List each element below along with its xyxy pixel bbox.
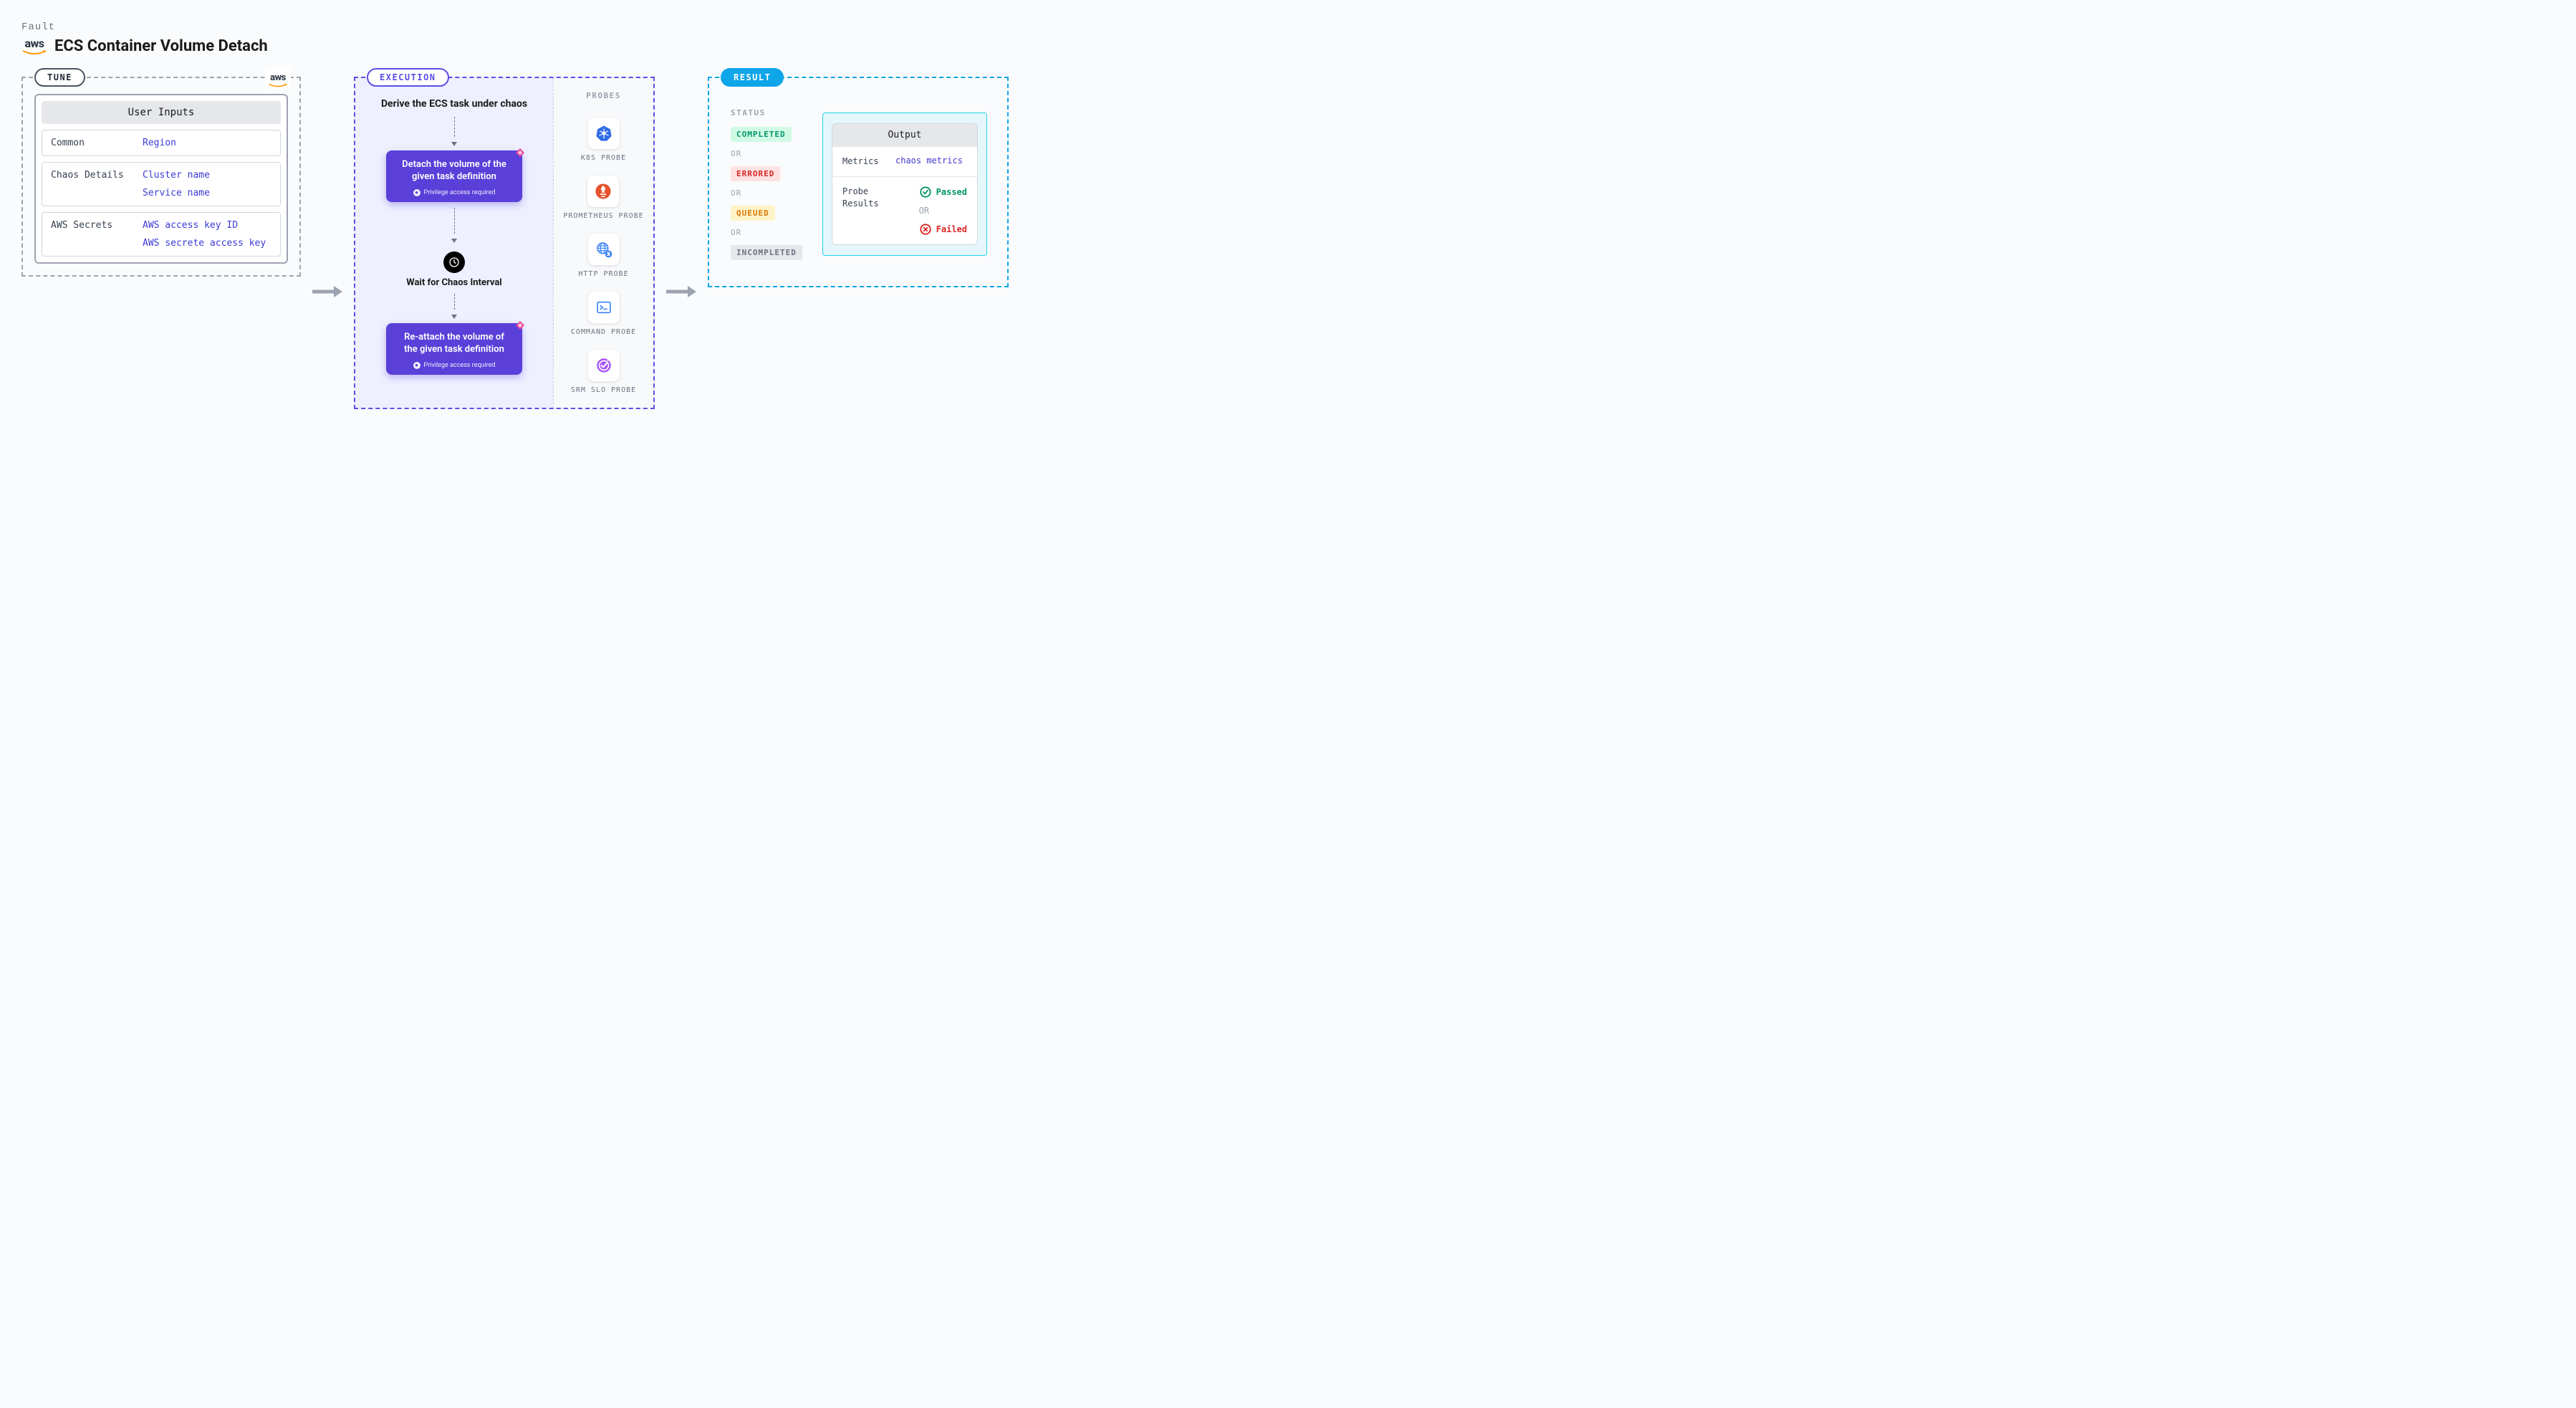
- result-panel: RESULT STATUS COMPLETED OR ERRORED OR QU…: [708, 77, 1009, 287]
- x-circle-icon: [919, 223, 932, 236]
- input-row-chaos-details: Chaos Details Cluster name Service name: [42, 162, 281, 206]
- input-row-aws-secrets: AWS Secrets AWS access key ID AWS secret…: [42, 212, 281, 257]
- title-row: aws ECS Container Volume Detach: [21, 37, 2555, 55]
- diagram-container: TUNE aws User Inputs Common Region Chaos…: [21, 77, 2555, 409]
- step-derive-task: Derive the ECS task under chaos: [381, 98, 527, 110]
- page-title: ECS Container Volume Detach: [54, 37, 268, 55]
- probe-result-passed: Passed: [919, 186, 967, 198]
- kubernetes-icon: [588, 118, 620, 149]
- input-value: AWS secrete access key: [143, 238, 266, 249]
- privilege-note: ● Privilege access required: [398, 362, 511, 369]
- tune-panel: TUNE aws User Inputs Common Region Chaos…: [21, 77, 301, 277]
- input-value: Cluster name: [143, 170, 210, 181]
- probe-http: HTTP PROBE: [578, 234, 628, 279]
- aws-corner-logo-icon: aws: [265, 68, 291, 90]
- status-queued: QUEUED: [731, 206, 775, 221]
- clock-icon: [443, 252, 465, 273]
- probe-prometheus: PROMETHEUS PROBE: [563, 176, 643, 221]
- output-row-probe-results: Probe Results Passed OR Failed: [832, 176, 977, 244]
- probe-k8s: K8S PROBE: [581, 118, 626, 163]
- input-value: Service name: [143, 188, 210, 198]
- fault-label: Fault: [21, 21, 2555, 33]
- output-row-metrics: Metrics chaos metrics: [832, 146, 977, 176]
- input-label: Common: [51, 138, 128, 148]
- or-text: OR: [731, 149, 811, 158]
- flow-arrow-icon: [665, 283, 698, 303]
- status-column: STATUS COMPLETED OR ERRORED OR QUEUED OR…: [721, 94, 821, 274]
- lock-dot-icon: ●: [413, 189, 420, 196]
- input-label: AWS Secrets: [51, 220, 128, 249]
- privilege-note: ● Privilege access required: [398, 189, 511, 196]
- output-header: Output: [832, 124, 977, 146]
- probe-command: COMMAND PROBE: [571, 292, 636, 337]
- action-text: Re-attach the volume of the given task d…: [398, 332, 511, 356]
- probes-label: PROBES: [586, 91, 621, 100]
- probe-srm-slo: SRM SLO PROBE: [571, 350, 636, 395]
- action-detach-volume: Detach the volume of the given task defi…: [386, 150, 522, 202]
- probe-results-label: Probe Results: [842, 186, 909, 236]
- probe-name: K8S PROBE: [581, 153, 626, 163]
- down-arrow-icon: [451, 208, 458, 247]
- status-incompleted: INCOMPLETED: [731, 245, 802, 260]
- execution-flow: Derive the ECS task under chaos Detach t…: [355, 78, 553, 408]
- result-badge: RESULT: [721, 68, 784, 87]
- tune-badge: TUNE: [34, 68, 85, 87]
- terminal-icon: [588, 292, 620, 323]
- input-value: Region: [143, 138, 176, 148]
- probe-result-failed: Failed: [919, 223, 967, 236]
- user-inputs-header: User Inputs: [42, 101, 281, 124]
- down-arrow-icon: [451, 117, 458, 150]
- output-card: Output Metrics chaos metrics Probe Resul…: [832, 123, 978, 245]
- input-row-common: Common Region: [42, 130, 281, 156]
- action-reattach-volume: Re-attach the volume of the given task d…: [386, 323, 522, 375]
- status-errored: ERRORED: [731, 166, 780, 181]
- probes-column: PROBES K8S PROBE PROMETHEUS PROBE HTTP P…: [553, 78, 653, 408]
- srm-slo-icon: [588, 350, 620, 381]
- input-label: Chaos Details: [51, 170, 128, 198]
- metrics-label: Metrics: [842, 155, 885, 168]
- probe-name: PROMETHEUS PROBE: [563, 211, 643, 221]
- or-text: OR: [731, 188, 811, 198]
- flow-arrow-icon: [311, 283, 344, 303]
- probe-name: SRM SLO PROBE: [571, 385, 636, 395]
- status-label: STATUS: [731, 108, 811, 118]
- probe-name: HTTP PROBE: [578, 269, 628, 279]
- execution-badge: EXECUTION: [367, 68, 449, 87]
- user-inputs-card: User Inputs Common Region Chaos Details …: [34, 94, 288, 264]
- action-text: Detach the volume of the given task defi…: [398, 159, 511, 183]
- chaos-experiment-icon: [514, 319, 527, 332]
- execution-panel: EXECUTION Derive the ECS task under chao…: [354, 77, 655, 409]
- down-arrow-icon: [451, 294, 458, 323]
- prometheus-icon: [587, 176, 619, 207]
- wait-interval-label: Wait for Chaos Interval: [406, 277, 501, 288]
- input-value: AWS access key ID: [143, 220, 266, 231]
- or-text: OR: [731, 228, 811, 237]
- or-text: OR: [919, 206, 967, 216]
- check-circle-icon: [919, 186, 932, 198]
- probe-name: COMMAND PROBE: [571, 327, 636, 337]
- http-globe-icon: [588, 234, 620, 265]
- output-panel: Output Metrics chaos metrics Probe Resul…: [822, 112, 987, 256]
- aws-logo-icon: aws: [21, 38, 47, 55]
- chaos-experiment-icon: [514, 146, 527, 159]
- metrics-value: chaos metrics: [895, 155, 963, 168]
- lock-dot-icon: ●: [413, 362, 420, 369]
- status-completed: COMPLETED: [731, 127, 792, 142]
